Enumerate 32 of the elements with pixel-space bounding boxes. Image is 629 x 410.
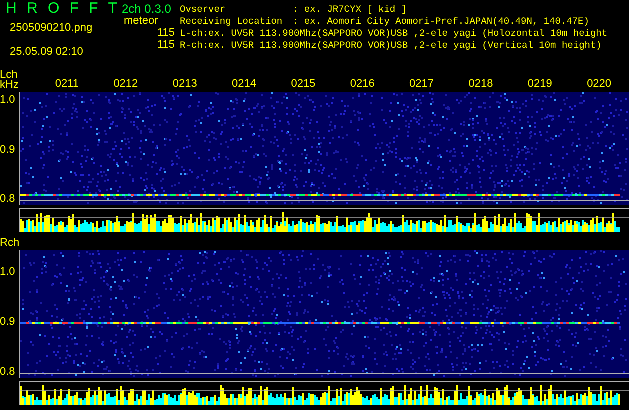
time-label: 0213: [172, 76, 198, 92]
info-line: L-ch:ex. UV5R 113.900Mhz(SAPPORO VOR)USB ,2-ele yagi (Holozontal 10m height: [180, 28, 608, 40]
time-label: 0214: [232, 76, 257, 92]
version-label: 2ch 0.3.0: [122, 1, 172, 15]
info-value: : ex. JR7CYX [ kid ]: [293, 4, 408, 16]
unit-label: kHz: [0, 80, 20, 90]
time-label: 0211: [55, 76, 79, 92]
frequency-label: 0.8: [0, 366, 16, 378]
counter-label: meteor: [123, 15, 158, 27]
info-line: R-ch:ex. UV5R 113.900Mhz(SAPPORO VOR)USB ,2-ele yagi (Vertical 10m height): [180, 40, 603, 52]
frequency-label: 1.0: [0, 94, 16, 106]
file-name: 2505090210.png: [9, 21, 94, 36]
channel-label: Lch: [0, 70, 18, 80]
timestamp: 25.05.09 02:10: [9, 44, 84, 60]
time-label: 0216: [350, 76, 375, 92]
info-label: Receiving Location: [180, 16, 284, 28]
frequency-label: 0.8: [0, 193, 16, 205]
time-label: 0220: [587, 76, 612, 92]
count-value: 115: [157, 27, 176, 39]
frequency-label: 1.0: [0, 266, 16, 278]
time-label: 0215: [291, 76, 316, 92]
count-value: 115: [157, 39, 176, 51]
channel-label: Rch: [0, 238, 20, 248]
frequency-label: 0.9: [0, 316, 16, 328]
time-label: 0212: [114, 76, 138, 92]
info-label: Ovserver: [180, 4, 227, 16]
frequency-label: 0.9: [0, 144, 16, 156]
time-label: 0219: [528, 76, 552, 92]
info-value: : ex. Aomori City Aomori-Pref.JAPAN(40.49N, 140.47E): [293, 16, 590, 28]
time-label: 0218: [468, 76, 494, 92]
app-title: H R O F F T: [6, 1, 122, 17]
time-label: 0217: [410, 76, 434, 92]
